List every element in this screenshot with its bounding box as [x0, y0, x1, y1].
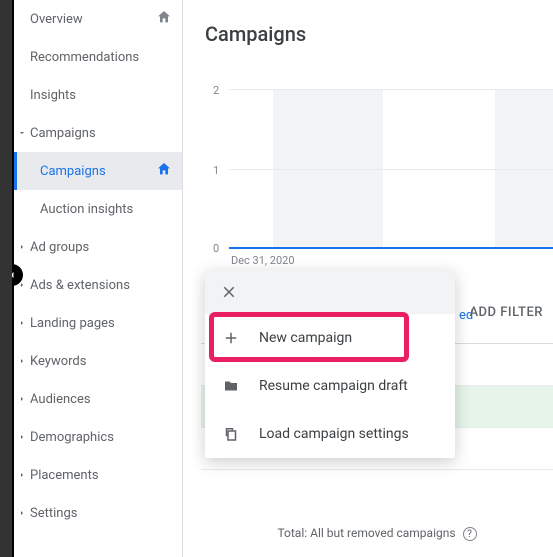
- sidebar-item-ads-extensions[interactable]: Ads & extensions: [14, 266, 182, 304]
- copy-icon: [221, 424, 241, 444]
- chart-series-line: [229, 247, 553, 249]
- sidebar-item-label: Campaigns: [30, 126, 172, 141]
- caret-icon: [18, 316, 28, 331]
- close-icon[interactable]: [219, 282, 239, 302]
- sidebar-item-label: Placements: [30, 468, 172, 483]
- caret-icon: [18, 468, 28, 483]
- popup-item-load-campaign-settings[interactable]: Load campaign settings: [205, 410, 455, 458]
- collapse-sidebar-handle[interactable]: [1, 264, 23, 286]
- popup-item-label: Resume campaign draft: [259, 378, 408, 394]
- chart: 2 1 0 Dec 31, 2020: [183, 64, 553, 264]
- folder-icon: [221, 376, 241, 396]
- chart-ytick: 1: [213, 164, 219, 177]
- total-row: Total: All but removed campaigns ?: [201, 526, 553, 541]
- new-campaign-popup: New campaign Resume campaign draft Load ca…: [205, 270, 455, 458]
- popup-item-label: New campaign: [259, 330, 352, 346]
- sidebar-item-recommendations[interactable]: Recommendations: [14, 38, 182, 76]
- sidebar-item-auction-insights[interactable]: Auction insights: [14, 190, 182, 228]
- popup-item-label: Load campaign settings: [259, 426, 409, 442]
- caret-icon: [18, 126, 28, 141]
- caret-icon: [18, 354, 28, 369]
- caret-icon: [18, 506, 28, 521]
- chart-xlabel: Dec 31, 2020: [231, 254, 295, 267]
- sidebar-item-label: Overview: [30, 12, 156, 27]
- chart-weekend-band: [273, 89, 383, 247]
- sidebar-item-campaigns[interactable]: Campaigns: [14, 114, 182, 152]
- sidebar-item-settings[interactable]: Settings: [14, 494, 182, 532]
- chart-gridline: [229, 169, 553, 170]
- caret-icon: [18, 430, 28, 445]
- add-filter-button[interactable]: ADD FILTER: [469, 305, 543, 320]
- sidebar-item-label: Keywords: [30, 354, 172, 369]
- sidebar-item-label: Landing pages: [30, 316, 172, 331]
- home-icon: [156, 161, 172, 181]
- popup-header: [205, 270, 455, 314]
- home-icon: [156, 9, 172, 29]
- sidebar-item-ad-groups[interactable]: Ad groups: [14, 228, 182, 266]
- sidebar-item-label: Audiences: [30, 392, 172, 407]
- sidebar-item-label: Ads & extensions: [30, 278, 172, 293]
- sidebar-item-label: Settings: [30, 506, 172, 521]
- sidebar-item-placements[interactable]: Placements: [14, 456, 182, 494]
- sidebar-item-label: Campaigns: [40, 164, 156, 179]
- sidebar-item-overview[interactable]: Overview: [14, 0, 182, 38]
- caret-icon: [18, 392, 28, 407]
- sidebar-item-landing-pages[interactable]: Landing pages: [14, 304, 182, 342]
- sidebar-item-label: Demographics: [30, 430, 172, 445]
- page-title: Campaigns: [183, 0, 553, 64]
- sidebar-item-keywords[interactable]: Keywords: [14, 342, 182, 380]
- sidebar-item-campaigns[interactable]: Campaigns: [14, 152, 182, 190]
- chart-weekend-band: [495, 89, 553, 247]
- sidebar-item-label: Insights: [30, 88, 172, 103]
- help-icon[interactable]: ?: [463, 527, 477, 541]
- sidebar-item-label: Ad groups: [30, 240, 172, 255]
- popup-item-resume-campaign-draft[interactable]: Resume campaign draft: [205, 362, 455, 410]
- sidebar-item-insights[interactable]: Insights: [14, 76, 182, 114]
- sidebar-item-label: Recommendations: [30, 50, 172, 65]
- sidebar-item-audiences[interactable]: Audiences: [14, 380, 182, 418]
- popup-item-new-campaign[interactable]: New campaign: [205, 314, 455, 362]
- chart-ytick: 2: [213, 84, 219, 97]
- sidebar-item-demographics[interactable]: Demographics: [14, 418, 182, 456]
- total-row-label: Total: All but removed campaigns: [277, 526, 455, 540]
- chart-ytick: 0: [213, 242, 219, 255]
- sidebar-item-label: Auction insights: [40, 202, 172, 217]
- chart-gridline: [229, 89, 553, 90]
- sidebar: Overview Recommendations Insights Campaigns…: [14, 0, 183, 557]
- plus-icon: [221, 328, 241, 348]
- caret-icon: [18, 240, 28, 255]
